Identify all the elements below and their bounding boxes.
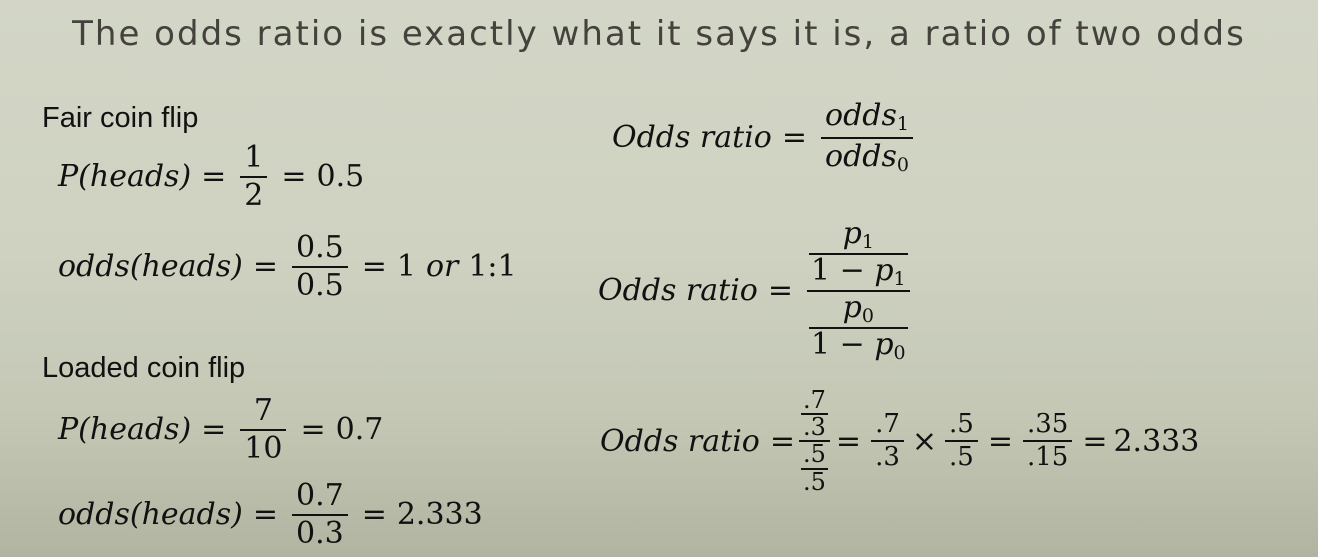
loaded-probability-equation: P(heads) = 7 10 = 0.7 — [58, 393, 384, 466]
loaded-p-lhs: P(heads) — [58, 412, 192, 447]
or-calc-top-fraction: .7 .3 — [801, 386, 828, 442]
fair-p-denominator: 2 — [240, 175, 268, 212]
or-prob-bottom-sub: 0 — [861, 304, 874, 327]
or-calc-bottom-num: .5 — [803, 440, 826, 469]
fair-odds-or: or — [425, 249, 459, 284]
or-prob-bottom-den-p: p — [874, 326, 894, 362]
or-calc-f3-num: .35 — [1026, 409, 1069, 440]
loaded-p-numerator: 7 — [253, 393, 273, 428]
or-def-fraction: odds1 odds0 — [821, 100, 913, 176]
or-calc-bottom-den: .5 — [801, 467, 828, 496]
or-prob-bottom-p: p — [842, 289, 862, 325]
fair-odds-result-a: 1 — [396, 249, 416, 284]
or-calc-fraction-2: .5 .5 — [945, 409, 978, 472]
or-calc-times: × — [911, 423, 938, 459]
loaded-odds-equation: odds(heads) = 0.7 0.3 = 2.333 — [58, 478, 483, 551]
or-def-lhs: Odds ratio — [612, 120, 772, 156]
or-prob-bottom-den-sub: 0 — [893, 341, 906, 364]
fair-odds-lhs: odds(heads) — [58, 249, 243, 284]
fair-odds-denominator: 0.5 — [291, 265, 348, 302]
loaded-p-fraction: 7 10 — [240, 393, 287, 465]
loaded-odds-result: 2.333 — [396, 497, 483, 532]
fair-odds-numerator: 0.5 — [295, 230, 344, 265]
or-def-num-base: odds — [825, 98, 897, 133]
or-prob-compound-fraction: p1 1 − p1 p0 1 − p0 — [807, 218, 910, 364]
fair-p-fraction: 1 2 — [240, 140, 268, 212]
fair-coin-heading: Fair coin flip — [42, 102, 199, 134]
loaded-odds-fraction: 0.7 0.3 — [291, 478, 348, 550]
loaded-p-denominator: 10 — [240, 428, 287, 465]
odds-ratio-definition: Odds ratio = odds1 odds0 — [612, 100, 917, 176]
or-prob-top-den-sub: 1 — [893, 267, 906, 290]
or-calc-top-num: .7 — [803, 386, 826, 414]
or-calc-f1-num: .7 — [875, 409, 900, 440]
fair-odds-equation: odds(heads) = 0.5 0.5 = 1 or 1:1 — [58, 230, 517, 303]
or-prob-top-den-p: p — [874, 252, 894, 288]
or-def-den-sub: 0 — [896, 153, 909, 176]
fair-p-lhs: P(heads) — [58, 159, 192, 194]
loaded-odds-numerator: 0.7 — [295, 478, 344, 513]
or-calc-result: 2.333 — [1113, 423, 1200, 459]
or-calc-compound-fraction: .7 .3 .5 .5 — [799, 386, 830, 495]
fair-p-result: 0.5 — [316, 159, 365, 194]
odds-ratio-probability-form: Odds ratio = p1 1 − p1 p0 1 − p0 — [598, 218, 914, 364]
loaded-p-result: 0.7 — [335, 412, 384, 447]
odds-ratio-calculation: Odds ratio = .7 .3 .5 .5 = .7 .3 × .5 .5… — [600, 386, 1200, 496]
or-calc-f3-den: .15 — [1022, 440, 1073, 471]
or-calc-fraction-3: .35 .15 — [1022, 409, 1073, 472]
fair-odds-result-b: 1:1 — [468, 249, 517, 284]
or-def-num-sub: 1 — [896, 113, 909, 135]
or-calc-bottom-fraction: .5 .5 — [801, 442, 828, 494]
or-prob-bottom-one-minus: 1 − — [811, 326, 865, 362]
or-calc-f1-den: .3 — [871, 440, 904, 471]
loaded-odds-lhs: odds(heads) — [58, 497, 243, 532]
fair-odds-fraction: 0.5 0.5 — [291, 230, 348, 302]
or-prob-top-fraction: p1 1 − p1 — [809, 218, 908, 290]
loaded-coin-heading: Loaded coin flip — [42, 352, 246, 384]
or-calc-f2-den: .5 — [945, 440, 978, 471]
fair-probability-equation: P(heads) = 1 2 = 0.5 — [58, 140, 365, 213]
or-prob-top-sub: 1 — [861, 231, 874, 253]
or-calc-lhs: Odds ratio — [600, 423, 760, 459]
or-prob-bottom-fraction: p0 1 − p0 — [809, 292, 908, 364]
or-prob-top-p: p — [842, 216, 862, 251]
or-prob-lhs: Odds ratio — [598, 273, 758, 309]
or-calc-top-den: .3 — [801, 413, 828, 442]
or-def-den-base: odds — [825, 138, 897, 174]
fair-p-numerator: 1 — [244, 140, 264, 175]
or-prob-top-one-minus: 1 − — [811, 252, 865, 288]
or-calc-fraction-1: .7 .3 — [871, 409, 904, 472]
loaded-odds-denominator: 0.3 — [291, 513, 348, 550]
slide-title: The odds ratio is exactly what it says i… — [72, 14, 1246, 54]
or-calc-f2-num: .5 — [949, 409, 974, 440]
